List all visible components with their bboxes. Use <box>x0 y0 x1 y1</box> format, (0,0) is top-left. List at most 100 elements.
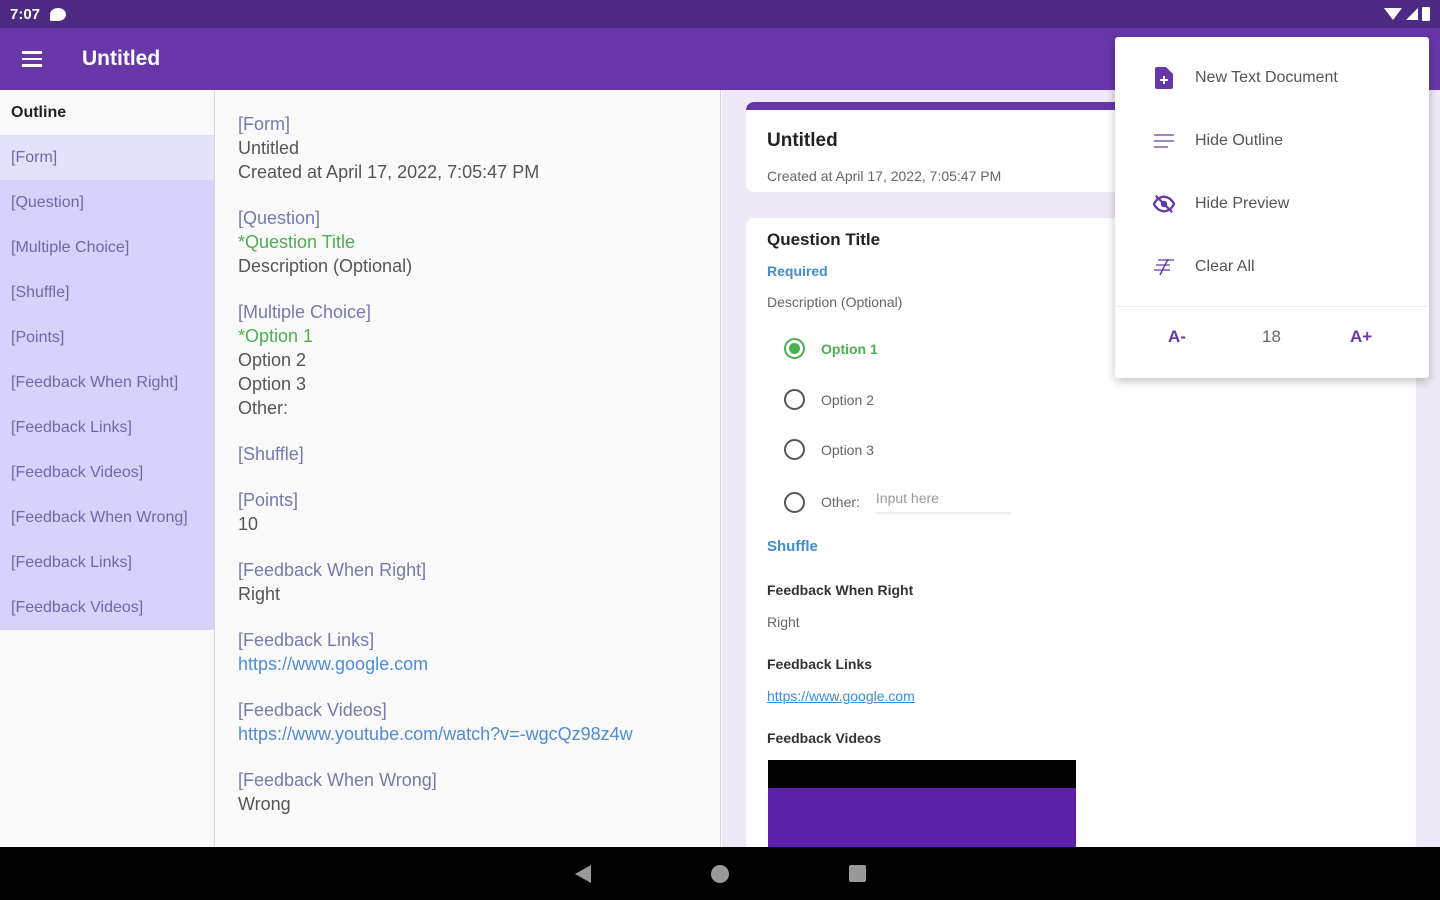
list-icon <box>1153 130 1175 152</box>
editor-block-feedback-wrong: [Feedback When Wrong] Wrong <box>238 768 698 816</box>
editor-block-multiple-choice: [Multiple Choice] *Option 1 Option 2 Opt… <box>238 300 698 420</box>
menu-icon[interactable] <box>22 51 42 67</box>
outline-item-multiple-choice[interactable]: [Multiple Choice] <box>0 225 214 270</box>
text-editor[interactable]: [Form] Untitled Created at April 17, 202… <box>216 90 721 847</box>
option-other[interactable]: Other: Input here <box>784 490 1011 514</box>
shuffle-label: Shuffle <box>767 538 818 555</box>
app-title: Untitled <box>82 47 161 70</box>
editor-text: 10 <box>238 514 259 534</box>
menu-item-label: New Text Document <box>1195 68 1338 86</box>
feedback-videos-label: Feedback Videos <box>767 730 882 746</box>
option-1[interactable]: Option 1 <box>784 338 878 359</box>
menu-item-label: Clear All <box>1195 257 1255 275</box>
system-nav-bar <box>0 847 1440 900</box>
option-2[interactable]: Option 2 <box>784 389 874 410</box>
outline-item-points[interactable]: [Points] <box>0 315 214 360</box>
outline-item-feedback-links-2[interactable]: [Feedback Links] <box>0 540 214 585</box>
editor-tag: [Feedback When Right] <box>238 560 427 580</box>
outline-header: Outline <box>11 103 67 121</box>
editor-text: Right <box>238 584 281 604</box>
eye-off-icon <box>1153 193 1175 215</box>
editor-tag: [Shuffle] <box>238 444 304 464</box>
editor-text: *Option 1 <box>238 326 314 346</box>
editor-block-form: [Form] Untitled Created at April 17, 202… <box>238 112 698 184</box>
signal-icon <box>1406 8 1418 20</box>
editor-tag: [Feedback When Wrong] <box>238 770 437 790</box>
editor-block-points: [Points] 10 <box>238 488 698 536</box>
radio-unchecked-icon[interactable] <box>784 491 805 513</box>
editor-link[interactable]: https://www.google.com <box>238 652 698 676</box>
outline-item-feedback-when-right[interactable]: [Feedback When Right] <box>0 360 214 405</box>
editor-block-shuffle: [Shuffle] <box>238 442 698 466</box>
menu-item-hide-preview[interactable]: Hide Preview <box>1115 172 1429 235</box>
menu-divider <box>1115 306 1429 307</box>
status-icons <box>1384 7 1430 21</box>
editor-text: Wrong <box>238 794 291 814</box>
other-input[interactable]: Input here <box>875 490 1011 514</box>
menu-item-label: Hide Preview <box>1195 194 1290 212</box>
editor-text: *Question Title <box>238 232 356 252</box>
wifi-icon <box>1384 8 1402 20</box>
preview-form-created: Created at April 17, 2022, 7:05:47 PM <box>767 168 1002 184</box>
outline-item-feedback-links[interactable]: [Feedback Links] <box>0 405 214 450</box>
overflow-menu: New Text Document Hide Outline Hide Prev… <box>1115 37 1429 378</box>
option-label: Option 2 <box>821 391 874 408</box>
increase-font-button[interactable]: A+ <box>1350 327 1372 347</box>
feedback-right-value: Right <box>767 614 800 630</box>
editor-block-feedback-videos: [Feedback Videos] https://www.youtube.co… <box>238 698 698 746</box>
menu-item-new-text-document[interactable]: New Text Document <box>1115 46 1429 109</box>
radio-unchecked-icon[interactable] <box>784 439 805 460</box>
editor-tag: [Question] <box>238 208 321 228</box>
outline-item-shuffle[interactable]: [Shuffle] <box>0 270 214 315</box>
editor-block-feedback-right: [Feedback When Right] Right <box>238 558 698 606</box>
outline-item-form[interactable]: [Form] <box>0 135 214 180</box>
other-label: Other: <box>821 494 860 510</box>
decrease-font-button[interactable]: A- <box>1168 327 1186 347</box>
outline-panel: Outline [Form] [Question] [Multiple Choi… <box>0 90 215 847</box>
menu-item-clear-all[interactable]: Clear All <box>1115 235 1429 298</box>
outline-list: [Form] [Question] [Multiple Choice] [Shu… <box>0 135 214 630</box>
editor-tag: [Points] <box>238 490 299 510</box>
editor-block-feedback-links: [Feedback Links] https://www.google.com <box>238 628 698 676</box>
recent-apps-icon[interactable] <box>848 865 866 882</box>
add-document-icon <box>1153 66 1175 89</box>
menu-item-hide-outline[interactable]: Hide Outline <box>1115 109 1429 172</box>
feedback-video-player[interactable] <box>768 760 1076 847</box>
outline-item-feedback-when-wrong[interactable]: [Feedback When Wrong] <box>0 495 214 540</box>
editor-text: Description (Optional) <box>238 256 413 276</box>
radio-unchecked-icon[interactable] <box>784 389 805 410</box>
feedback-link[interactable]: https://www.google.com <box>767 688 915 704</box>
editor-tag: [Feedback Videos] <box>238 700 387 720</box>
outline-item-question[interactable]: [Question] <box>0 180 214 225</box>
font-size-value: 18 <box>1262 327 1281 346</box>
required-label: Required <box>767 263 828 279</box>
status-bar: 7:07 <box>0 0 1440 28</box>
preview-form-title: Untitled <box>767 130 838 151</box>
editor-tag: [Feedback Links] <box>238 630 375 650</box>
editor-text: Option 2 <box>238 350 307 370</box>
option-label: Option 3 <box>821 441 874 458</box>
editor-text: Other: <box>238 398 289 418</box>
menu-item-label: Hide Outline <box>1195 131 1284 149</box>
option-3[interactable]: Option 3 <box>784 439 874 460</box>
question-title: Question Title <box>767 230 881 249</box>
editor-text: Untitled <box>238 138 300 158</box>
outline-item-feedback-videos[interactable]: [Feedback Videos] <box>0 450 214 495</box>
feedback-right-label: Feedback When Right <box>767 582 914 598</box>
radio-checked-icon[interactable] <box>784 338 805 359</box>
question-description: Description (Optional) <box>767 294 903 310</box>
chat-notification-icon <box>50 7 67 21</box>
editor-tag: [Form] <box>238 114 290 134</box>
option-label: Option 1 <box>821 340 878 357</box>
outline-item-feedback-videos-2[interactable]: [Feedback Videos] <box>0 585 214 630</box>
editor-text: Created at April 17, 2022, 7:05:47 PM <box>238 162 540 182</box>
back-icon[interactable] <box>574 864 591 883</box>
home-icon[interactable] <box>710 864 729 883</box>
status-time: 7:07 <box>10 5 41 23</box>
editor-text: Option 3 <box>238 374 307 394</box>
battery-icon <box>1422 7 1430 21</box>
editor-tag: [Multiple Choice] <box>238 302 372 322</box>
feedback-links-label: Feedback Links <box>767 656 873 672</box>
editor-block-question: [Question] *Question Title Description (… <box>238 206 698 278</box>
editor-link[interactable]: https://www.youtube.com/watch?v=-wgcQz98… <box>238 722 698 746</box>
